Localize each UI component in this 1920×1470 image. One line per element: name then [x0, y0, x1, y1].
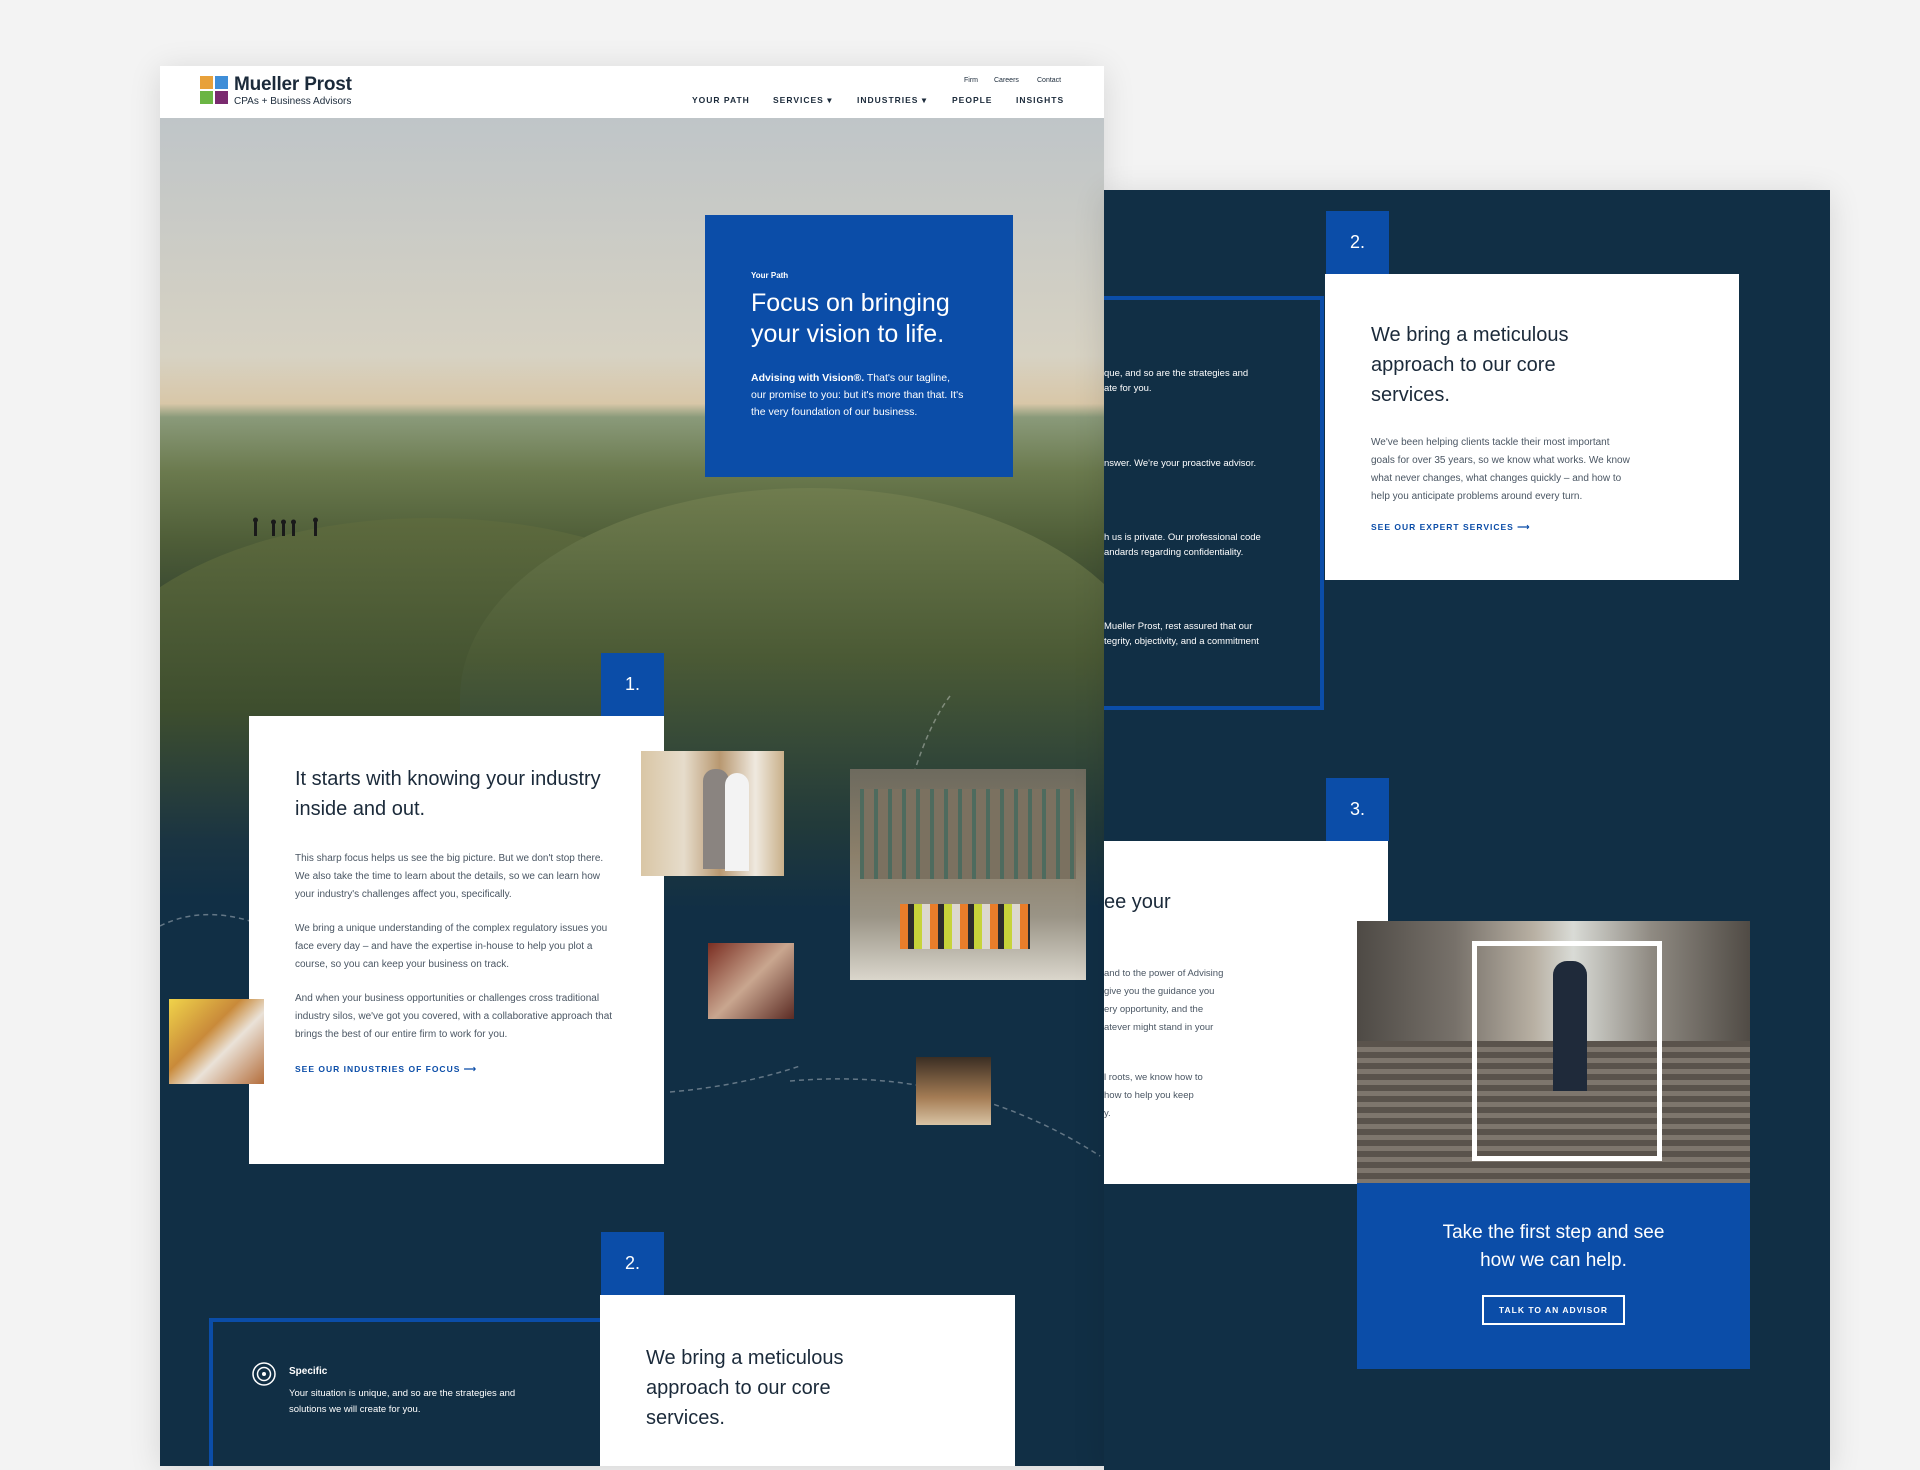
card-paragraph: how to help you keep	[1104, 1090, 1194, 1101]
hero-copy: Advising with Vision®. That's our taglin…	[751, 370, 967, 421]
card-paragraph: l roots, we know how to	[1104, 1072, 1203, 1083]
hero-title: Focus on bringing your vision to life.	[751, 289, 950, 348]
hero-callout: Your Path Focus on bringing your vision …	[705, 215, 1013, 477]
chevron-down-icon: ▾	[827, 95, 833, 105]
expert-services-link[interactable]: SEE OUR EXPERT SERVICES ⟶	[1371, 522, 1693, 533]
cathedral-interior-photo	[916, 1057, 991, 1125]
step-number: 3.	[1326, 778, 1389, 841]
card-title: We bring a meticulous approach to our co…	[646, 1347, 844, 1429]
feature-copy: que, and so are the strategies and	[1104, 368, 1249, 379]
card-title: We bring a meticulous approach to our co…	[1371, 324, 1569, 406]
nav-services-label: SERVICES	[773, 95, 824, 105]
step-number: 1.	[601, 653, 664, 716]
nav-your-path[interactable]: YOUR PATH	[692, 95, 750, 105]
card-paragraph: ery opportunity, and the	[1104, 1004, 1204, 1015]
feature-copy: nswer. We're your proactive advisor.	[1104, 458, 1257, 469]
util-nav-contact[interactable]: Contact	[1037, 77, 1061, 84]
services-card: We bring a meticulous approach to our co…	[600, 1295, 1015, 1466]
card-paragraph: And when your business opportunities or …	[295, 993, 613, 1040]
nav-industries-label: INDUSTRIES	[857, 95, 919, 105]
brand-tagline: CPAs + Business Advisors	[234, 96, 352, 107]
feature-copy: andards regarding confidentiality.	[1104, 547, 1244, 558]
feature-title: Specific	[289, 1366, 328, 1377]
chevron-down-icon: ▾	[921, 95, 928, 105]
nav-industries[interactable]: INDUSTRIES ▾	[857, 95, 927, 106]
brand-name[interactable]: Mueller Prost	[234, 74, 352, 96]
site-header: Mueller Prost CPAs + Business Advisors F…	[160, 66, 1104, 118]
industries-link[interactable]: SEE OUR INDUSTRIES OF FOCUS ⟶	[295, 1064, 618, 1075]
arrow-right-icon: ⟶	[463, 1064, 477, 1074]
card-title: It starts with knowing your industry ins…	[295, 768, 601, 820]
util-nav-careers[interactable]: Careers	[994, 77, 1019, 84]
nav-services[interactable]: SERVICES ▾	[773, 95, 833, 106]
feature-copy: ate for you.	[1104, 383, 1152, 394]
arrow-right-icon: ⟶	[1517, 522, 1531, 532]
homepage-mockup: Your Path Focus on bringing your vision …	[160, 66, 1104, 1466]
industry-card: It starts with knowing your industry ins…	[249, 716, 664, 1164]
card-body: We've been helping clients tackle their …	[1371, 434, 1693, 506]
feature-copy: Your situation is unique, and so are the…	[289, 1388, 516, 1415]
hero-copy-bold: Advising with Vision®.	[751, 372, 865, 384]
services-card: We bring a meticulous approach to our co…	[1325, 274, 1739, 580]
hero-eyebrow: Your Path	[751, 271, 789, 280]
target-icon	[252, 1362, 276, 1386]
card-paragraph: atever might stand in your	[1104, 1022, 1214, 1033]
feature-copy: h us is private. Our professional code	[1104, 532, 1261, 543]
card-paragraph: and to the power of Advising	[1104, 968, 1224, 979]
nav-people[interactable]: PEOPLE	[952, 95, 992, 105]
cta-title: Take the first step and see how we can h…	[1442, 1222, 1665, 1271]
feature-copy: Mueller Prost, rest assured that our	[1104, 621, 1253, 632]
stairs-photo	[1357, 921, 1750, 1183]
warehouse-workers-photo	[169, 999, 264, 1084]
util-nav-firm[interactable]: Firm	[964, 77, 978, 84]
hikers-silhouette	[253, 517, 318, 536]
card-paragraph: We bring a unique understanding of the c…	[295, 923, 608, 970]
logo-icon[interactable]	[200, 76, 228, 104]
cta-panel: Take the first step and see how we can h…	[1357, 1183, 1750, 1369]
workshop-photo	[708, 943, 794, 1019]
card-paragraph: We've been helping clients tackle their …	[1371, 437, 1630, 502]
elderly-care-photo	[641, 751, 784, 876]
card-body: This sharp focus helps us see the big pi…	[295, 850, 618, 1044]
talk-to-advisor-button[interactable]: TALK TO AN ADVISOR	[1482, 1295, 1625, 1325]
card-title: ee your	[1104, 891, 1171, 913]
vision-card: ee your and to the power of Advising giv…	[1104, 841, 1388, 1184]
feature-copy: tegrity, objectivity, and a commitment	[1104, 636, 1259, 647]
services-page-mockup: que, and so are the strategies and ate f…	[1104, 190, 1830, 1470]
step-number: 2.	[1326, 211, 1389, 274]
card-paragraph: give you the guidance you	[1104, 986, 1215, 997]
link-label: SEE OUR EXPERT SERVICES	[1371, 522, 1514, 532]
nav-insights[interactable]: INSIGHTS	[1016, 95, 1064, 105]
card-paragraph: This sharp focus helps us see the big pi…	[295, 853, 604, 900]
link-label: SEE OUR INDUSTRIES OF FOCUS	[295, 1064, 461, 1074]
step-number: 2.	[601, 1232, 664, 1295]
construction-site-photo	[850, 769, 1086, 980]
card-paragraph: y.	[1104, 1108, 1111, 1119]
